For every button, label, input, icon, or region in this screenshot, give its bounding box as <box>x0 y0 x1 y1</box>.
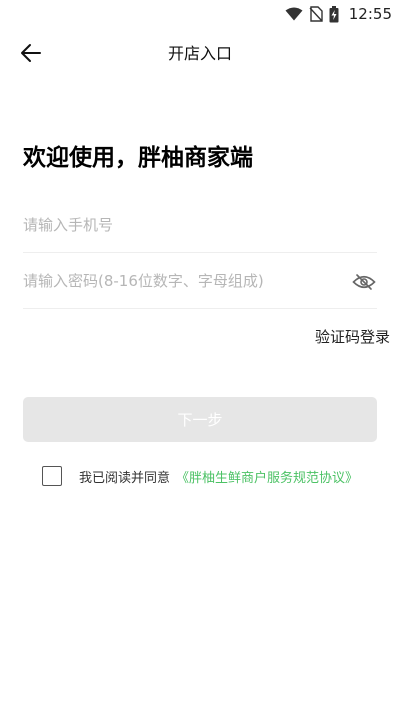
agreement-row: 我已阅读并同意 《胖柚生鲜商户服务规范协议》 <box>42 466 358 486</box>
password-input[interactable] <box>23 254 333 308</box>
phone-input[interactable] <box>23 198 377 252</box>
password-field-row <box>23 254 377 309</box>
agreement-text: 我已阅读并同意 <box>79 470 171 486</box>
welcome-heading: 欢迎使用，胖柚商家端 <box>23 145 253 171</box>
status-time: 12:55 <box>348 5 392 23</box>
phone-field-row <box>23 198 377 253</box>
agreement-checkbox[interactable] <box>42 466 62 486</box>
battery-charging-icon <box>329 5 339 23</box>
back-button[interactable] <box>18 40 44 66</box>
header: 开店入口 <box>0 32 400 72</box>
page-title: 开店入口 <box>167 44 232 63</box>
sms-login-link[interactable]: 验证码登录 <box>315 326 390 347</box>
status-bar: 12:55 <box>0 0 400 28</box>
password-visibility-toggle[interactable] <box>351 269 377 295</box>
wifi-icon <box>285 7 303 21</box>
eye-off-icon <box>352 274 376 290</box>
next-button[interactable]: 下一步 <box>23 397 377 442</box>
arrow-left-icon <box>21 44 41 62</box>
no-sim-icon <box>309 6 323 22</box>
agreement-link[interactable]: 《胖柚生鲜商户服务规范协议》 <box>176 467 358 486</box>
login-screen: 12:55 开店入口 欢迎使用，胖柚商家端 验证码登录 下一步 我已阅读并同意 … <box>0 0 400 711</box>
